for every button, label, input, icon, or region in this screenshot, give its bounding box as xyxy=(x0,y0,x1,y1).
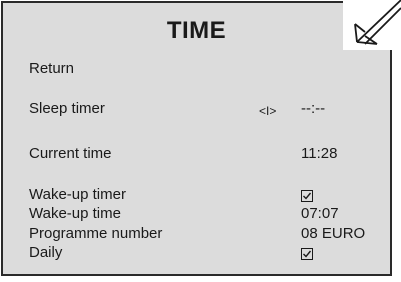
programme-number-value[interactable]: 08 EURO xyxy=(301,225,365,243)
pointer-arrow-icon xyxy=(343,0,401,50)
current-time-value: 11:28 xyxy=(301,145,338,162)
wake-up-time-value[interactable]: 07:07 xyxy=(301,205,339,223)
checkbox-checked-icon xyxy=(301,248,313,260)
checkbox-checked-icon xyxy=(301,190,313,202)
current-time-label[interactable]: Current time xyxy=(29,145,112,163)
sleep-timer-nav-indicator[interactable]: <I> xyxy=(259,102,276,120)
menu-item-return[interactable]: Return xyxy=(29,60,74,78)
programme-number-label[interactable]: Programme number xyxy=(29,225,162,243)
wake-up-timer-checkbox[interactable] xyxy=(301,188,313,206)
daily-label[interactable]: Daily xyxy=(29,244,62,262)
daily-checkbox[interactable] xyxy=(301,246,313,264)
page-title: TIME xyxy=(166,17,227,44)
sleep-timer-value[interactable]: --:-- xyxy=(301,100,325,118)
wake-up-time-label[interactable]: Wake-up time xyxy=(29,205,121,223)
sleep-timer-label[interactable]: Sleep timer xyxy=(29,100,105,118)
time-osd-panel: TIME Return Sleep timer <I> --:-- Curren… xyxy=(1,1,392,276)
wake-up-timer-label[interactable]: Wake-up timer xyxy=(29,186,126,204)
